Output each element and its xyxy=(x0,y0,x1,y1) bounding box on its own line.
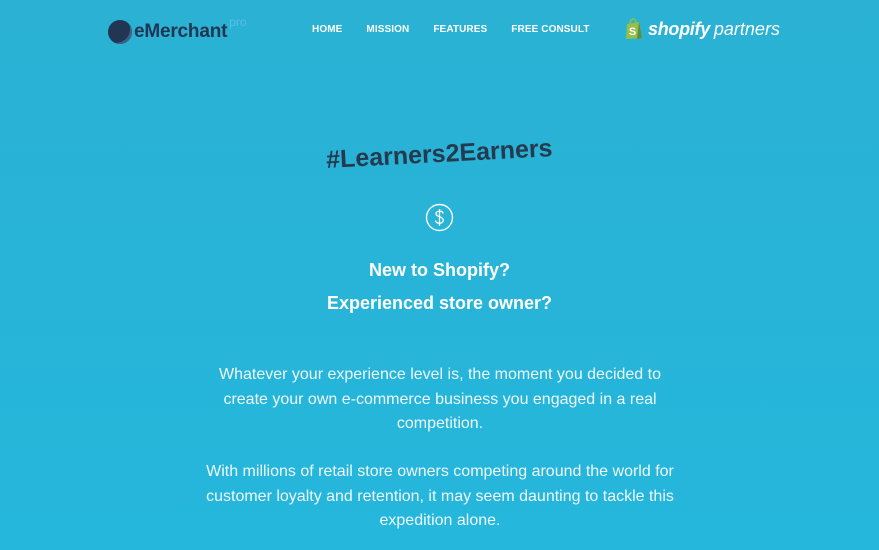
partner-brand: shopify xyxy=(648,18,710,39)
emerchant-logo-icon xyxy=(108,20,132,44)
intro-paragraph: Whatever your experience level is, the m… xyxy=(218,366,661,432)
partner-suffix: partners xyxy=(713,18,780,39)
nav-features[interactable]: FEATURES xyxy=(433,24,487,35)
shopify-partners-logo[interactable]: S shopify partners xyxy=(624,18,780,40)
logo-pro-label: pro xyxy=(229,15,247,29)
dollar-coin-icon xyxy=(425,203,454,232)
nav-mission[interactable]: MISSION xyxy=(366,24,409,35)
svg-text:S: S xyxy=(629,26,636,38)
shopify-bag-icon: S xyxy=(626,18,642,39)
headline-new-to-shopify: New to Shopify? xyxy=(369,260,510,280)
competition-paragraph: With millions of retail store owners com… xyxy=(206,463,674,529)
main-nav: HOME MISSION FEATURES FREE CONSULT xyxy=(312,24,590,35)
site-header: eMerchant pro HOME MISSION FEATURES FREE… xyxy=(0,0,879,62)
hashtag-title: #Learners2Earners xyxy=(325,134,554,174)
logo-text: eMerchant xyxy=(134,21,228,42)
nav-free-consult[interactable]: FREE CONSULT xyxy=(511,24,589,35)
emerchant-logo[interactable]: eMerchant pro xyxy=(108,15,247,46)
nav-home[interactable]: HOME xyxy=(312,24,342,35)
headline-experienced-owner: Experienced store owner? xyxy=(326,293,553,313)
